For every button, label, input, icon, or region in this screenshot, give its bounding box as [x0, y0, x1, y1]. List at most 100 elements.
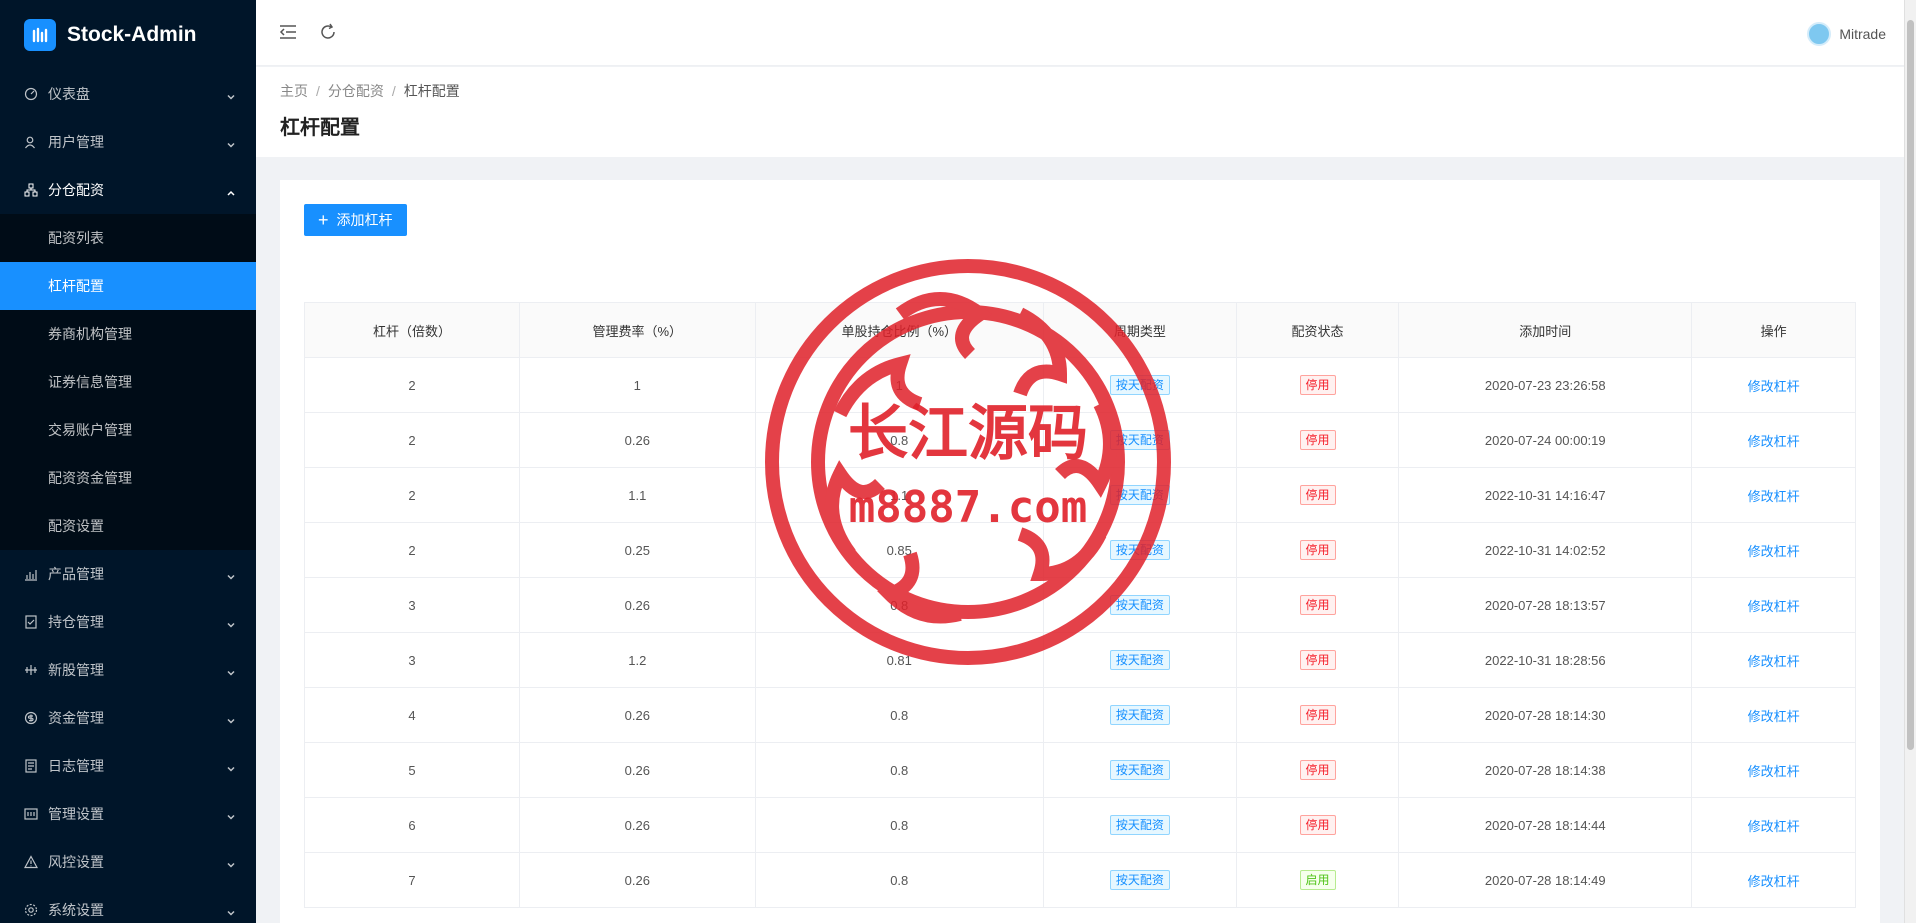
- plus-icon: +: [318, 210, 329, 230]
- period-tag: 按天配资: [1109, 375, 1170, 395]
- edit-leverage-link[interactable]: 修改杠杆: [1748, 709, 1800, 724]
- status-badge: 停用: [1299, 540, 1336, 560]
- sidebar-menu-money[interactable]: 资金管理: [0, 694, 256, 742]
- sidebar-menu-position[interactable]: 持仓管理: [0, 598, 256, 646]
- page-scrollbar[interactable]: [1904, 0, 1916, 923]
- breadcrumb-home[interactable]: 主页: [280, 81, 308, 101]
- edit-leverage-link[interactable]: 修改杠杆: [1748, 379, 1800, 394]
- period-tag: 按天配资: [1109, 485, 1170, 505]
- chevron-down-icon: [226, 137, 236, 148]
- chevron-up-icon: [226, 185, 236, 196]
- scrollbar-thumb[interactable]: [1907, 20, 1914, 750]
- status-badge: 停用: [1299, 705, 1336, 725]
- submenu: 配资列表杠杆配置 券商机构管理证券信息管理交易账户管理 配资资金管理 配资设置: [0, 214, 256, 550]
- status-badge: 停用: [1299, 650, 1336, 670]
- table-row: 6 0.26 0.8 按天配资 停用 2020-07-28 18:14:44 修…: [304, 797, 1856, 853]
- table-row: 3 1.2 0.81 按天配资 停用 2022-10-31 18:28:56 修…: [304, 632, 1856, 688]
- cell-time: 2020-07-28 18:14:44: [1398, 797, 1693, 853]
- sidebar-subitem-label: 配资列表: [48, 230, 104, 246]
- period-tag: 按天配资: [1109, 870, 1170, 890]
- logo-icon: [24, 19, 56, 51]
- avatar: [1807, 22, 1832, 46]
- edit-leverage-link[interactable]: 修改杠杆: [1748, 489, 1800, 504]
- sidebar-subitem-label: 证券信息管理: [48, 374, 132, 390]
- sidebar-subitem[interactable]: 券商机构管理: [0, 310, 256, 358]
- cell-time: 2020-07-28 18:14:30: [1398, 687, 1693, 743]
- sidebar-menu-open[interactable]: 分仓配资: [0, 166, 256, 214]
- status-badge: 启用: [1299, 870, 1336, 890]
- column-header: 杠杆（倍数）: [304, 302, 520, 358]
- cell-time: 2020-07-28 18:14:49: [1398, 852, 1693, 908]
- money-icon: [24, 711, 38, 725]
- log-icon: [24, 759, 38, 773]
- sidebar-menu-log[interactable]: 日志管理: [0, 742, 256, 790]
- sidebar-menu-chart[interactable]: 产品管理: [0, 550, 256, 598]
- cell-fee: 0.26: [518, 742, 756, 798]
- cell-period: 按天配资: [1042, 522, 1237, 578]
- sidebar-menu-label: 持仓管理: [48, 614, 104, 630]
- sidebar-subitem[interactable]: 配资设置: [0, 502, 256, 550]
- edit-leverage-link[interactable]: 修改杠杆: [1748, 434, 1800, 449]
- cell-leverage: 2: [304, 357, 520, 413]
- period-tag: 按天配资: [1109, 540, 1170, 560]
- sidebar-menu-ipo[interactable]: 新股管理: [0, 646, 256, 694]
- table-header-row: 杠杆（倍数） 管理费率（%） 单股持仓比例（%） 周期类型 配资状态 添加时间 操作: [304, 302, 1856, 358]
- cell-time: 2020-07-23 23:26:58: [1398, 357, 1693, 413]
- sidebar-menu-label: 资金管理: [48, 710, 104, 726]
- sidebar-subitem[interactable]: 配资列表: [0, 214, 256, 262]
- cell-period: 按天配资: [1042, 412, 1237, 468]
- edit-leverage-link[interactable]: 修改杠杆: [1748, 654, 1800, 669]
- add-leverage-button[interactable]: + 添加杠杆: [304, 204, 407, 236]
- cell-leverage: 2: [304, 522, 520, 578]
- sidebar-menu-label: 新股管理: [48, 662, 104, 678]
- breadcrumb-current: 杠杆配置: [403, 83, 460, 99]
- cell-action: 修改杠杆: [1691, 687, 1856, 743]
- table-row: 2 0.26 0.8 按天配资 停用 2020-07-24 00:00:19 修…: [304, 412, 1856, 468]
- status-badge: 停用: [1299, 815, 1336, 835]
- user-menu[interactable]: Mitrade: [1807, 22, 1886, 46]
- cell-status: 启用: [1235, 852, 1400, 908]
- admin-settings-icon: [24, 807, 38, 821]
- sidebar-subitem[interactable]: 配资资金管理: [0, 454, 256, 502]
- cell-ratio: 0.8: [754, 687, 1044, 743]
- sidebar-menu-admin-settings[interactable]: 管理设置: [0, 790, 256, 838]
- refresh-icon[interactable]: [318, 22, 340, 44]
- sidebar-menu-gear[interactable]: 系统设置: [0, 886, 256, 923]
- cell-fee: 1: [518, 357, 756, 413]
- edit-leverage-link[interactable]: 修改杠杆: [1748, 599, 1800, 614]
- sidebar-menu-label: 日志管理: [48, 758, 104, 774]
- sidebar-menu-dashboard[interactable]: 仪表盘: [0, 70, 256, 118]
- page-title: 杠杆配置: [280, 117, 360, 139]
- edit-leverage-link[interactable]: 修改杠杆: [1748, 819, 1800, 834]
- breadcrumb: 主页 / 分仓配资 / 杠杆配置: [280, 81, 1880, 101]
- table-body: 2 1 1 按天配资 停用 2020-07-23 23:26:58 修改杠杆 2…: [304, 357, 1856, 908]
- sidebar-subitem[interactable]: 证券信息管理: [0, 358, 256, 406]
- chevron-down-icon: [226, 809, 236, 820]
- cell-period: 按天配资: [1042, 852, 1237, 908]
- edit-leverage-link[interactable]: 修改杠杆: [1748, 544, 1800, 559]
- sidebar-subitem[interactable]: 杠杆配置: [0, 262, 256, 310]
- sidebar-subitem[interactable]: 交易账户管理: [0, 406, 256, 454]
- menu-fold-icon[interactable]: [278, 22, 300, 44]
- chevron-down-icon: [226, 905, 236, 916]
- cell-leverage: 3: [304, 632, 520, 688]
- cell-action: 修改杠杆: [1691, 632, 1856, 688]
- cell-action: 修改杠杆: [1691, 412, 1856, 468]
- cell-fee: 0.25: [518, 522, 756, 578]
- edit-leverage-link[interactable]: 修改杠杆: [1748, 874, 1800, 889]
- edit-leverage-link[interactable]: 修改杠杆: [1748, 764, 1800, 779]
- sidebar-menu-warning[interactable]: 风控设置: [0, 838, 256, 886]
- period-tag: 按天配资: [1109, 705, 1170, 725]
- sidebar-menu-label: 系统设置: [48, 902, 104, 918]
- cell-fee: 0.26: [518, 412, 756, 468]
- cell-ratio: 1.1: [754, 467, 1044, 523]
- status-badge: 停用: [1299, 375, 1336, 395]
- sidebar-menu-user[interactable]: 用户管理: [0, 118, 256, 166]
- breadcrumb-parent[interactable]: 分仓配资: [328, 81, 384, 101]
- cell-time: 2022-10-31 14:02:52: [1398, 522, 1693, 578]
- header: Mitrade: [256, 0, 1916, 66]
- chevron-down-icon: [226, 761, 236, 772]
- period-tag: 按天配资: [1109, 815, 1170, 835]
- cell-time: 2022-10-31 18:28:56: [1398, 632, 1693, 688]
- logo[interactable]: Stock-Admin: [0, 0, 256, 70]
